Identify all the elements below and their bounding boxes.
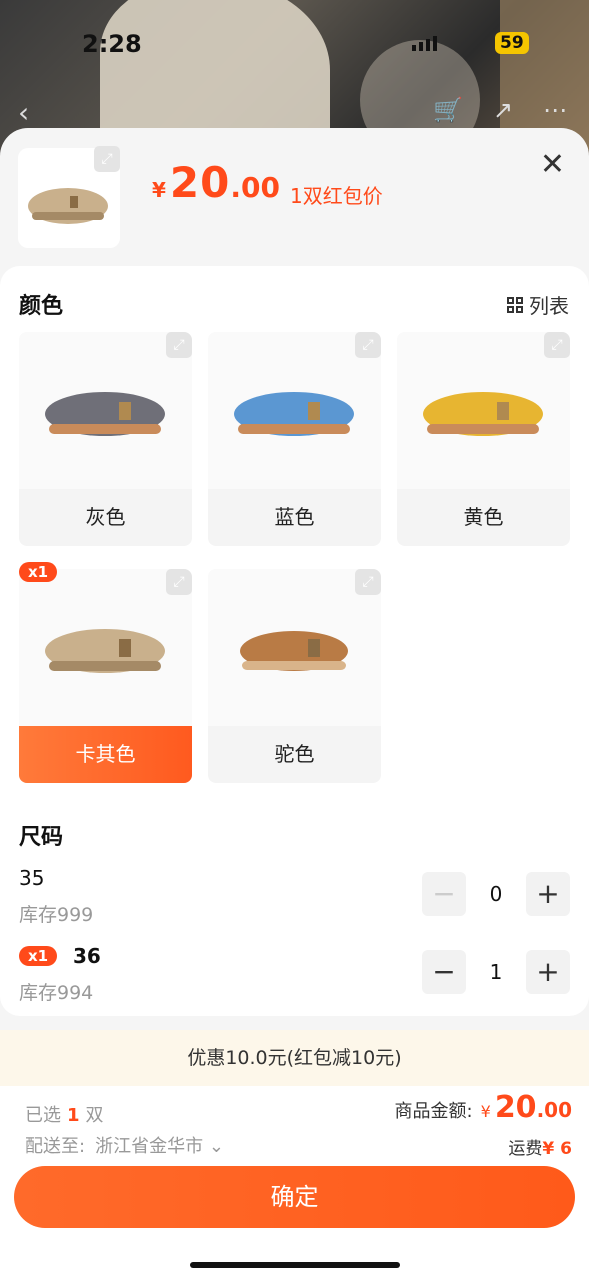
- amount-integer: 20: [494, 1090, 537, 1125]
- selected-summary: 已选 1 双: [25, 1101, 104, 1127]
- color-option-khaki[interactable]: ⤢ 卡其色: [19, 569, 192, 783]
- list-toggle-label: 列表: [529, 294, 569, 318]
- size-section-title: 尺码: [19, 825, 64, 850]
- amount-label: 商品金额:: [394, 1101, 473, 1122]
- expand-image-icon[interactable]: ⤢: [544, 332, 570, 358]
- increase-button[interactable]: +: [526, 950, 570, 994]
- discount-banner: 优惠10.0元(红包减10元): [0, 1030, 589, 1086]
- sku-selector-sheet: ⤢ ¥ 20 .00 1双红包价 ✕ 颜色 列表 ⤢ 灰色 ⤢ 蓝色 ⤢ 黄色 …: [0, 128, 589, 1280]
- amount-currency: ¥: [480, 1102, 491, 1121]
- size-row-35: 35 库存999 − 0 +: [19, 866, 570, 926]
- cart-icon[interactable]: 🛒: [433, 96, 463, 124]
- close-icon[interactable]: ✕: [540, 150, 565, 180]
- sheet-header: ⤢ ¥ 20 .00 1双红包价 ✕: [0, 128, 589, 266]
- shipping-fee: 运费¥ 6: [508, 1134, 572, 1159]
- checkout-footer: 已选 1 双 配送至: 浙江省金华市 ⌄ 商品金额: ¥ 20 .00 运费¥ 6 确…: [0, 1086, 589, 1280]
- signal-icon: [412, 36, 437, 51]
- shipping-address-selector[interactable]: 配送至: 浙江省金华市 ⌄: [25, 1132, 224, 1158]
- quantity-badge: x1: [19, 562, 58, 582]
- increase-button[interactable]: +: [526, 872, 570, 916]
- color-option-label: 蓝色: [274, 505, 315, 529]
- color-option-label: 驼色: [274, 742, 315, 766]
- quantity-badge: x1: [19, 946, 58, 966]
- selected-prefix: 已选: [25, 1105, 61, 1126]
- price-decimal: .00: [230, 171, 280, 204]
- confirm-button[interactable]: 确定: [14, 1166, 575, 1228]
- options-card: 颜色 列表 ⤢ 灰色 ⤢ 蓝色 ⤢ 黄色 ⤢ 卡其色 x1 ⤢ 驼色 尺码 35…: [0, 266, 589, 1016]
- price-note: 1双红包价: [290, 184, 383, 208]
- currency-symbol: ¥: [152, 178, 166, 202]
- freight-value: ¥ 6: [542, 1139, 572, 1159]
- size-value: 36: [73, 944, 101, 968]
- color-option-label: 卡其色: [19, 726, 192, 783]
- color-option-label: 灰色: [85, 505, 126, 529]
- price-integer: 20: [169, 158, 231, 207]
- color-option-yellow[interactable]: ⤢ 黄色: [397, 332, 570, 546]
- home-indicator: [190, 1262, 400, 1268]
- selected-count: 1: [67, 1105, 80, 1126]
- color-option-gray[interactable]: ⤢ 灰色: [19, 332, 192, 546]
- decrease-button[interactable]: −: [422, 950, 466, 994]
- size-row-36: x1 36 库存994 − 1 +: [19, 944, 570, 1004]
- chevron-down-icon: ⌄: [208, 1136, 224, 1157]
- color-option-label: 黄色: [463, 505, 504, 529]
- expand-image-icon[interactable]: ⤢: [166, 332, 192, 358]
- price: ¥ 20 .00: [152, 158, 280, 207]
- expand-image-icon[interactable]: ⤢: [355, 332, 381, 358]
- selected-unit: 双: [85, 1105, 104, 1126]
- size-value: 35: [19, 866, 45, 890]
- expand-image-icon[interactable]: ⤢: [94, 146, 120, 172]
- freight-label: 运费: [508, 1139, 543, 1159]
- back-icon[interactable]: ‹: [18, 96, 29, 129]
- stock-label: 库存999: [19, 904, 94, 926]
- goods-amount: 商品金额: ¥ 20 .00: [395, 1090, 572, 1125]
- battery-indicator: 59: [495, 32, 529, 54]
- quantity-stepper: − 1 +: [422, 950, 570, 994]
- list-icon: [507, 296, 523, 313]
- decrease-button[interactable]: −: [422, 872, 466, 916]
- amount-decimal: .00: [536, 1098, 572, 1122]
- list-view-toggle[interactable]: 列表: [507, 290, 569, 319]
- color-option-blue[interactable]: ⤢ 蓝色: [208, 332, 381, 546]
- color-option-camel[interactable]: ⤢ 驼色: [208, 569, 381, 783]
- quantity-value: 1: [489, 960, 503, 984]
- ship-label: 配送至:: [25, 1136, 86, 1157]
- quantity-value: 0: [489, 882, 503, 906]
- expand-image-icon[interactable]: ⤢: [166, 569, 192, 595]
- expand-image-icon[interactable]: ⤢: [355, 569, 381, 595]
- color-section-title: 颜色: [19, 294, 64, 319]
- share-icon[interactable]: ↗: [493, 96, 513, 124]
- ship-address: 浙江省金华市: [95, 1136, 204, 1157]
- stock-label: 库存994: [19, 982, 94, 1004]
- status-time: 2:28: [82, 30, 142, 58]
- more-icon[interactable]: ⋯: [543, 96, 567, 124]
- quantity-stepper: − 0 +: [422, 872, 570, 916]
